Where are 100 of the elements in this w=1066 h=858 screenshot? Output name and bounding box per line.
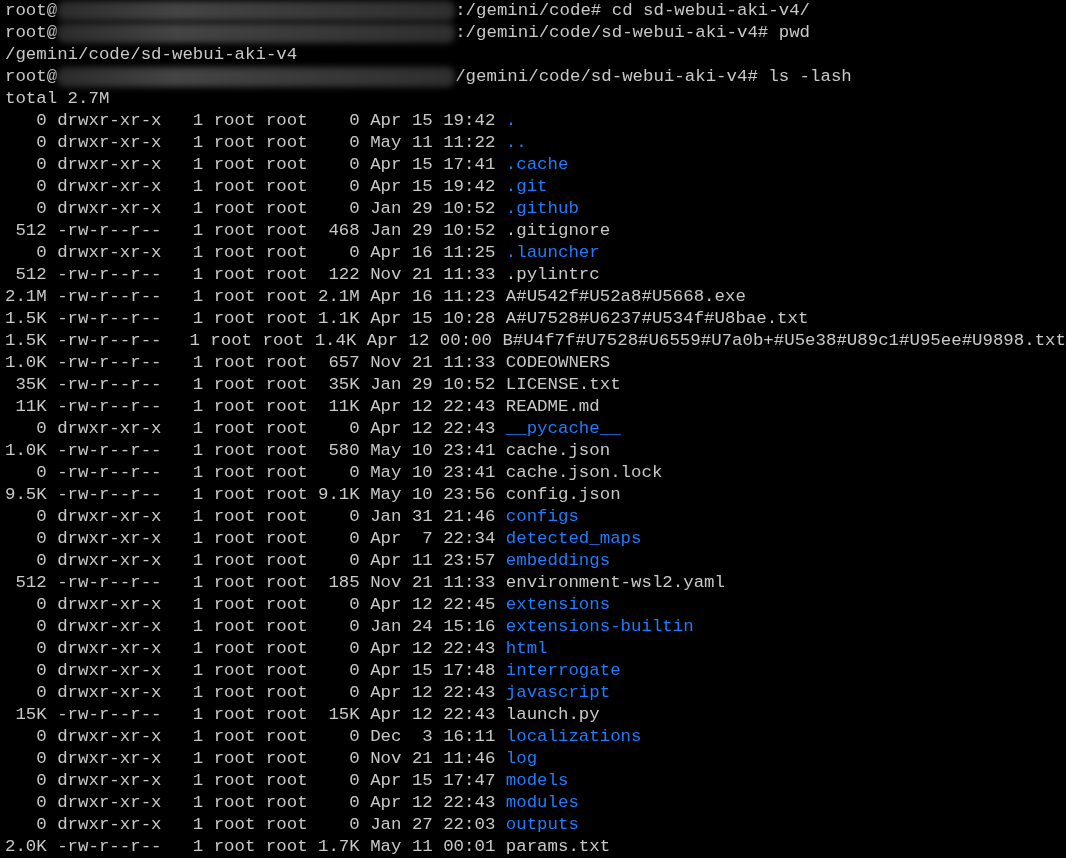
file-size: 2.1M [318,286,360,308]
group: root [265,154,308,176]
owner: root [213,154,256,176]
time: 11:22 [443,132,496,154]
owner: root [213,352,256,374]
link-count: 1 [191,572,204,594]
command-text: cd sd-webui-aki-v4/ [611,0,810,22]
block-size: 0 [35,528,47,550]
output-text: total 2.7M [5,88,110,110]
month: Jan [370,616,402,638]
file-size: 468 [327,220,360,242]
file-size: 1.7K [318,836,360,858]
file-name: LICENSE.txt [505,374,621,396]
time: 10:28 [443,308,496,330]
permissions: -rw-r--r-- [57,572,162,594]
permissions: drwxr-xr-x [57,242,162,264]
day: 10 [411,484,433,506]
file-size: 15K [327,704,360,726]
time: 22:43 [443,396,496,418]
group: root [265,660,308,682]
block-size: 0 [35,682,47,704]
day: 16 [411,242,433,264]
day: 12 [411,682,433,704]
owner: root [213,726,256,748]
owner: root [213,374,256,396]
owner: root [210,330,253,352]
link-count: 1 [191,154,204,176]
block-size: 11K [14,396,47,418]
group: root [265,704,308,726]
group: root [265,594,308,616]
permissions: drwxr-xr-x [57,748,162,770]
file-size: 0 [348,660,360,682]
time: 22:45 [443,594,496,616]
time: 23:41 [443,440,496,462]
time: 23:56 [443,484,496,506]
month: May [370,462,402,484]
directory-name: .git [505,176,548,198]
owner: root [213,572,256,594]
command-text: pwd [778,22,810,44]
file-size: 0 [348,594,360,616]
month: Apr [370,154,402,176]
group: root [265,484,308,506]
file-size: 35K [327,374,360,396]
month: Apr [370,308,402,330]
directory-name: configs [505,506,579,528]
link-count: 1 [191,748,204,770]
month: Apr [370,682,402,704]
permissions: -rw-r--r-- [57,330,162,352]
permissions: drwxr-xr-x [57,682,162,704]
file-name: params.txt [505,836,611,858]
owner: root [213,814,256,836]
time: 22:34 [443,528,496,550]
day: 12 [411,396,433,418]
day: 15 [411,308,433,330]
owner: root [213,770,256,792]
file-size: 0 [348,770,360,792]
block-size: 0 [35,726,47,748]
group: root [265,418,308,440]
directory-name: .cache [505,154,569,176]
block-size: 0 [35,770,47,792]
directory-name: extensions-builtin [505,616,694,638]
directory-name: extensions [505,594,611,616]
permissions: drwxr-xr-x [57,418,162,440]
owner: root [213,264,256,286]
directory-name: detected_maps [505,528,642,550]
month: Nov [370,264,402,286]
day: 21 [411,264,433,286]
file-name: environment-wsl2.yaml [505,572,725,594]
day: 21 [411,748,433,770]
link-count: 1 [191,726,204,748]
day: 29 [411,198,433,220]
link-count: 1 [191,110,204,132]
permissions: -rw-r--r-- [57,374,162,396]
permissions: drwxr-xr-x [57,594,162,616]
time: 23:41 [443,462,496,484]
block-size: 0 [35,462,47,484]
permissions: -rw-r--r-- [57,308,162,330]
link-count: 1 [191,396,204,418]
block-size: 0 [35,616,47,638]
owner: root [213,638,256,660]
time: 10:52 [443,220,496,242]
day: 12 [411,704,433,726]
directory-name: .launcher [505,242,600,264]
day: 15 [411,154,433,176]
day: 11 [411,132,433,154]
group: root [265,440,308,462]
link-count: 1 [191,594,204,616]
block-size: 2.0K [5,836,47,858]
group: root [265,528,308,550]
month: Apr [370,528,402,550]
file-size: 0 [348,550,360,572]
month: Nov [370,352,402,374]
link-count: 1 [191,484,204,506]
owner: root [213,308,256,330]
month: Dec [370,726,402,748]
group: root [265,396,308,418]
month: May [370,440,402,462]
block-size: 15K [14,704,47,726]
permissions: drwxr-xr-x [57,132,162,154]
permissions: drwxr-xr-x [57,154,162,176]
